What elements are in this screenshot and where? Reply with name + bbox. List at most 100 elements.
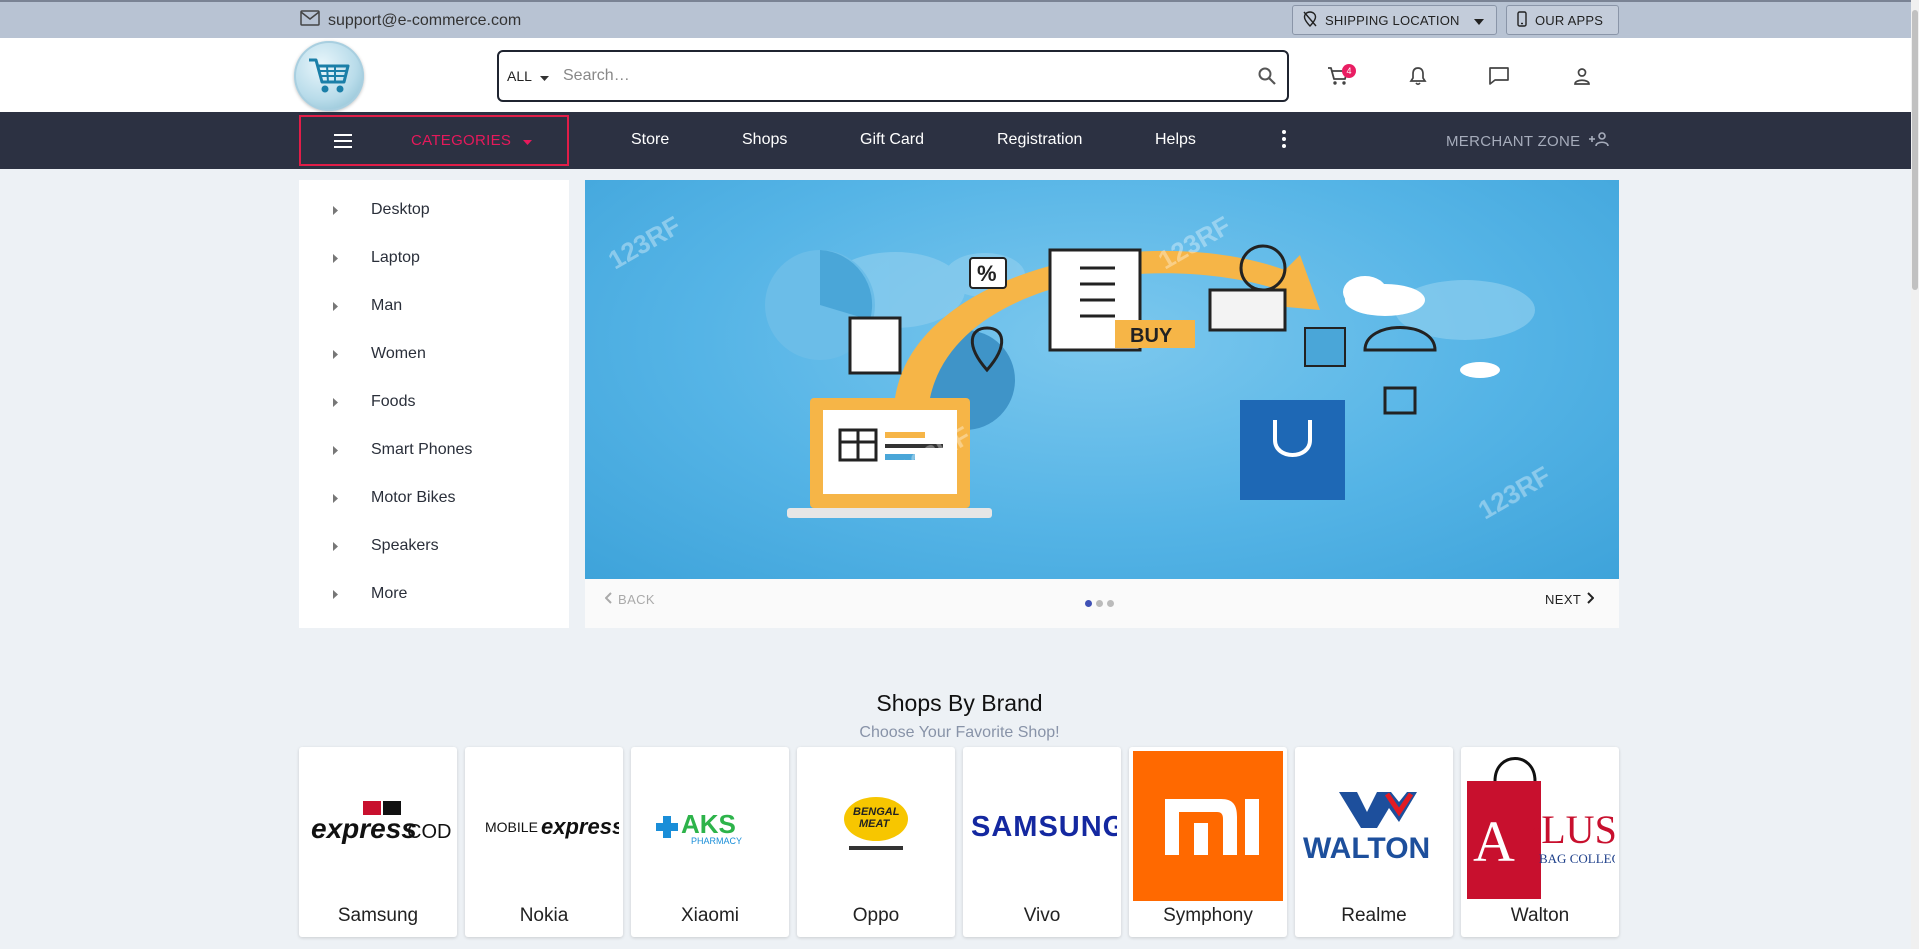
banner-buy-text: BUY <box>1130 325 1173 347</box>
bell-icon <box>1409 67 1427 86</box>
brand-card-realme[interactable]: WALTON Realme <box>1295 747 1453 937</box>
svg-text:%: % <box>977 261 997 286</box>
sidebar-item-label: Speakers <box>371 537 439 554</box>
brand-card-samsung[interactable]: express COD Samsung <box>299 747 457 937</box>
caret-down-icon <box>539 68 549 84</box>
caret-right-icon <box>299 349 371 359</box>
nav-link-shops[interactable]: Shops <box>742 131 787 149</box>
svg-text:A: A <box>1473 809 1515 874</box>
brand-logo: A PLUS BAG COLLECTION <box>1465 751 1615 901</box>
sidebar-item-label: Women <box>371 345 426 362</box>
brand-card-vivo[interactable]: SAMSUNG Vivo <box>963 747 1121 937</box>
svg-text:BENGAL: BENGAL <box>853 806 900 818</box>
notifications-button[interactable] <box>1404 62 1432 90</box>
caret-down-icon <box>523 132 533 149</box>
ecommerce-illustration: BUY % 123RF 123RF 123RF 123RF <box>603 210 1556 525</box>
brands-subtitle: Choose Your Favorite Shop! <box>859 724 1060 741</box>
brand-logo: WALTON <box>1299 751 1449 901</box>
merchant-zone-label: MERCHANT ZONE <box>1446 132 1581 150</box>
top-bar: support@e-commerce.com SHIPPING LOCATION… <box>0 0 1919 38</box>
sidebar-item-motor-bikes[interactable]: Motor Bikes <box>299 474 569 522</box>
nav-link-gift-card[interactable]: Gift Card <box>860 131 924 149</box>
watermark-text: 123RF <box>603 210 686 275</box>
svg-text:express: express <box>311 813 417 844</box>
carousel-back-button[interactable]: BACK <box>604 592 655 607</box>
carousel-dots <box>1085 600 1114 607</box>
hamburger-menu-icon[interactable] <box>301 133 385 148</box>
caret-right-icon <box>299 445 371 455</box>
messages-button[interactable] <box>1485 62 1513 90</box>
categories-button[interactable]: CATEGORIES <box>299 115 569 166</box>
brand-logo: MOBILE express <box>469 751 619 901</box>
nav-link-store[interactable]: Store <box>631 131 669 149</box>
search-icon[interactable] <box>1247 67 1287 85</box>
site-logo[interactable] <box>294 41 364 111</box>
brand-logo: AKS PHARMACY <box>635 751 785 901</box>
search-category-value: ALL <box>507 68 532 84</box>
brand-logo: SAMSUNG <box>967 751 1117 901</box>
section-subtitle: Choose Your Favorite Shop! <box>0 724 1919 742</box>
chevron-down-icon <box>1473 13 1484 28</box>
sidebar-item-label: Man <box>371 297 403 314</box>
categories-label: CATEGORIES <box>411 132 512 149</box>
sidebar-item-more[interactable]: More <box>299 570 569 618</box>
carousel-dot[interactable] <box>1107 600 1114 607</box>
carousel-dot[interactable] <box>1085 600 1092 607</box>
sidebar-item-women[interactable]: Women <box>299 330 569 378</box>
support-email[interactable]: support@e-commerce.com <box>300 10 521 31</box>
nav-link-registration[interactable]: Registration <box>997 131 1082 149</box>
cart-count-badge: 4 <box>1342 64 1356 78</box>
chevron-left-icon <box>604 592 612 607</box>
section-title: Shops By Brand <box>0 690 1919 717</box>
svg-text:PLUS: PLUS <box>1519 807 1615 852</box>
brand-logo: express COD <box>303 751 453 901</box>
carousel-dot[interactable] <box>1096 600 1103 607</box>
carousel-next-button[interactable]: NEXT <box>1545 592 1595 607</box>
search-input[interactable]: Search… <box>561 67 1247 85</box>
header: ALL Search… 4 <box>0 38 1919 112</box>
svg-text:PHARMACY: PHARMACY <box>691 836 742 846</box>
add-group-icon <box>1588 131 1610 151</box>
sidebar-item-desktop[interactable]: Desktop <box>299 186 569 234</box>
nav-link-helps[interactable]: Helps <box>1155 131 1196 149</box>
sidebar-item-speakers[interactable]: Speakers <box>299 522 569 570</box>
svg-text:MEAT: MEAT <box>859 818 891 830</box>
sidebar-item-man[interactable]: Man <box>299 282 569 330</box>
sidebar-item-laptop[interactable]: Laptop <box>299 234 569 282</box>
scrollbar-thumb[interactable] <box>1912 10 1918 290</box>
brand-name: Vivo <box>1023 905 1061 926</box>
page-scrollbar[interactable] <box>1911 0 1919 949</box>
brand-card-nokia[interactable]: MOBILE express Nokia <box>465 747 623 937</box>
brand-card-oppo[interactable]: BENGAL MEAT Oppo <box>797 747 955 937</box>
sidebar-item-foods[interactable]: Foods <box>299 378 569 426</box>
brand-card-xiaomi[interactable]: AKS PHARMACY Xiaomi <box>631 747 789 937</box>
carousel-banner-image[interactable]: BUY % 123RF 123RF 123RF 123RF <box>585 180 1619 579</box>
brand-name: Symphony <box>1163 905 1253 926</box>
caret-right-icon <box>299 253 371 263</box>
more-vert-icon[interactable] <box>1281 129 1287 154</box>
sidebar-item-label: Motor Bikes <box>371 489 456 506</box>
shipping-location-button[interactable]: SHIPPING LOCATION <box>1292 5 1497 35</box>
shipping-location-label: SHIPPING LOCATION <box>1325 12 1460 28</box>
brand-name: Oppo <box>852 905 900 926</box>
merchant-zone-link[interactable]: MERCHANT ZONE <box>1446 131 1610 151</box>
sidebar-item-smart-phones[interactable]: Smart Phones <box>299 426 569 474</box>
svg-text:MOBILE: MOBILE <box>485 819 538 835</box>
our-apps-button[interactable]: OUR APPS <box>1506 5 1619 35</box>
svg-text:express: express <box>541 814 619 839</box>
brand-name: Realme <box>1341 905 1407 926</box>
caret-right-icon <box>299 589 371 599</box>
brands-title: Shops By Brand <box>876 690 1043 716</box>
search-category-select[interactable]: ALL <box>499 68 561 84</box>
user-icon <box>1574 68 1590 85</box>
account-button[interactable] <box>1568 62 1596 90</box>
support-email-text: support@e-commerce.com <box>328 11 522 29</box>
location-off-icon <box>1303 10 1317 30</box>
brand-card-walton[interactable]: A PLUS BAG COLLECTION Walton <box>1461 747 1619 937</box>
brand-card-symphony[interactable]: Symphony <box>1129 747 1287 937</box>
brand-name: Walton <box>1510 905 1570 926</box>
sidebar-item-label: Desktop <box>371 201 430 218</box>
brand-name: Samsung <box>337 905 419 926</box>
cart-button[interactable]: 4 <box>1324 62 1356 90</box>
main-navbar: CATEGORIES Store Shops Gift Card Registr… <box>0 112 1919 169</box>
